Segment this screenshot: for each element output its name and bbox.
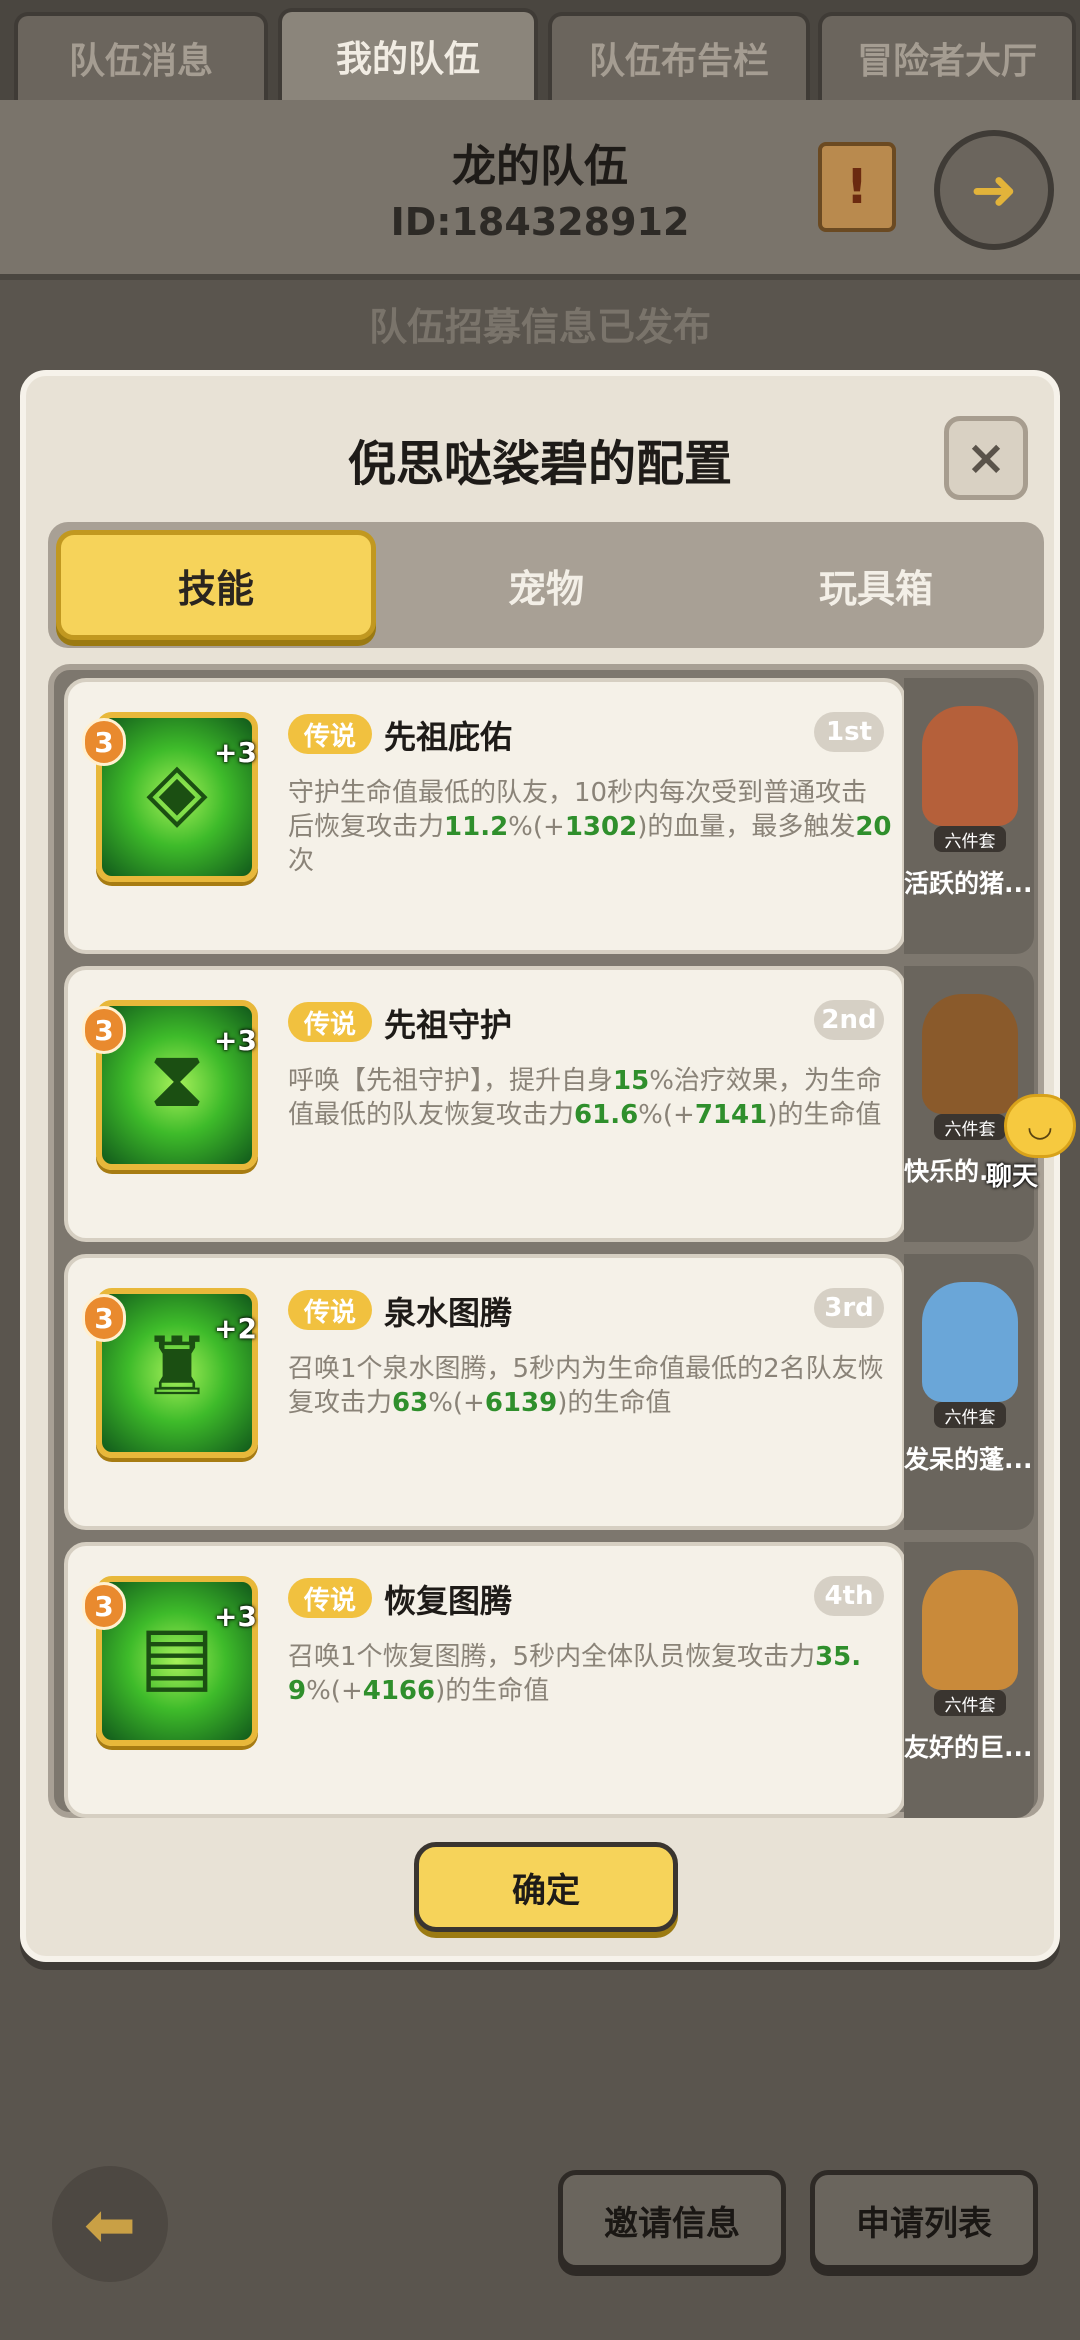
skill-rank: 3rd: [814, 1288, 884, 1328]
pet-figure-icon: [922, 1282, 1018, 1402]
rarity-tag: 传说: [288, 1578, 372, 1618]
confirm-button[interactable]: 确定: [414, 1842, 678, 1932]
skill-list: ◈ 3 +3 传说 先祖庇佑 1st 守护生命值最低的队友，10秒内每次受到普通…: [48, 664, 1044, 1818]
pet-figure-icon: [922, 994, 1018, 1114]
skill-plus: +3: [214, 1024, 257, 1057]
pet-set-badge: 六件套: [934, 1690, 1006, 1716]
segment-toybox[interactable]: 玩具箱: [716, 530, 1036, 640]
pet-slot[interactable]: 六件套 发呆的蓬...: [904, 1254, 1034, 1530]
skill-plus: +3: [214, 736, 257, 769]
skill-card[interactable]: ⧗ 3 +3 传说 先祖守护 2nd 呼唤【先祖守护】，提升自身15%治疗效果，…: [64, 966, 906, 1242]
tab-adventurer-hall[interactable]: 冒险者大厅: [818, 12, 1076, 100]
skill-level-badge: 3: [82, 1582, 126, 1630]
skill-description: 呼唤【先祖守护】，提升自身15%治疗效果，为生命值最低的队友恢复攻击力61.6%…: [288, 1066, 882, 1130]
pet-name: 友好的巨...: [904, 1733, 1033, 1762]
skill-plus: +3: [214, 1600, 257, 1633]
apply-list-button[interactable]: 申请列表: [810, 2170, 1038, 2270]
pet-name: 发呆的蓬...: [904, 1445, 1033, 1474]
team-header: 龙的队伍 ID:184328912 ! ➜: [0, 100, 1080, 280]
skill-plus: +2: [214, 1312, 257, 1345]
invite-info-button[interactable]: 邀请信息: [558, 2170, 786, 2270]
pet-name: 活跃的猪...: [904, 869, 1033, 898]
pet-set-badge: 六件套: [934, 1402, 1006, 1428]
skill-name: 先祖守护: [384, 1006, 513, 1044]
recruit-status-text: 队伍招募信息已发布: [368, 305, 711, 349]
top-tab-bar: 队伍消息 我的队伍 队伍布告栏 冒险者大厅: [0, 0, 1080, 100]
skill-description: 召唤1个恢复图腾，5秒内全体队员恢复攻击力35.9%(+4166)的生命值: [288, 1642, 862, 1706]
skill-card[interactable]: ▤ 3 +3 传说 恢复图腾 4th 召唤1个恢复图腾，5秒内全体队员恢复攻击力…: [64, 1542, 906, 1818]
rarity-tag: 传说: [288, 714, 372, 754]
segment-pets[interactable]: 宠物: [386, 530, 706, 640]
pet-set-badge: 六件套: [934, 826, 1006, 852]
modal-title: 倪思哒裟碧的配置: [347, 436, 732, 492]
scroll-notice-icon[interactable]: !: [818, 142, 896, 232]
pet-slot[interactable]: 六件套 活跃的猪...: [904, 678, 1034, 954]
skill-name: 恢复图腾: [384, 1582, 513, 1620]
skill-card[interactable]: ♜ 3 +2 传说 泉水图腾 3rd 召唤1个泉水图腾，5秒内为生命值最低的2名…: [64, 1254, 906, 1530]
back-arrow-icon[interactable]: ⬅: [52, 2166, 168, 2282]
skill-description: 召唤1个泉水图腾，5秒内为生命值最低的2名队友恢复攻击力63%(+6139)的生…: [288, 1354, 884, 1418]
team-name: 龙的队伍: [452, 141, 628, 192]
skill-level-badge: 3: [82, 1006, 126, 1054]
rarity-tag: 传说: [288, 1290, 372, 1330]
pet-figure-icon: [922, 1570, 1018, 1690]
skill-name: 泉水图腾: [384, 1294, 513, 1332]
team-id: ID:184328912: [390, 200, 690, 244]
tab-my-team[interactable]: 我的队伍: [278, 8, 538, 100]
skill-rank: 2nd: [814, 1000, 884, 1040]
skill-description: 守护生命值最低的队友，10秒内每次受到普通攻击后恢复攻击力11.2%(+1302…: [288, 778, 892, 876]
rarity-tag: 传说: [288, 1002, 372, 1042]
skill-rank: 4th: [814, 1576, 884, 1616]
pet-figure-icon: [922, 706, 1018, 826]
exit-door-icon[interactable]: ➜: [934, 130, 1054, 250]
chat-label[interactable]: 聊天: [986, 1156, 1038, 1193]
chat-emoji-icon[interactable]: ◡: [1004, 1094, 1076, 1158]
skill-name: 先祖庇佑: [384, 718, 513, 756]
segment-skills[interactable]: 技能: [56, 530, 376, 640]
tab-team-board[interactable]: 队伍布告栏: [548, 12, 810, 100]
pet-set-badge: 六件套: [934, 1114, 1006, 1140]
tab-team-messages[interactable]: 队伍消息: [14, 12, 268, 100]
skill-card[interactable]: ◈ 3 +3 传说 先祖庇佑 1st 守护生命值最低的队友，10秒内每次受到普通…: [64, 678, 906, 954]
skill-rank: 1st: [814, 712, 884, 752]
close-button[interactable]: ×: [944, 416, 1028, 500]
config-modal: 倪思哒裟碧的配置 × 技能 宠物 玩具箱 ◈ 3 +3 传说 先祖庇佑 1st …: [20, 370, 1060, 1962]
segment-bar: 技能 宠物 玩具箱: [48, 522, 1044, 648]
pet-slot[interactable]: 六件套 友好的巨...: [904, 1542, 1034, 1818]
skill-level-badge: 3: [82, 718, 126, 766]
skill-level-badge: 3: [82, 1294, 126, 1342]
